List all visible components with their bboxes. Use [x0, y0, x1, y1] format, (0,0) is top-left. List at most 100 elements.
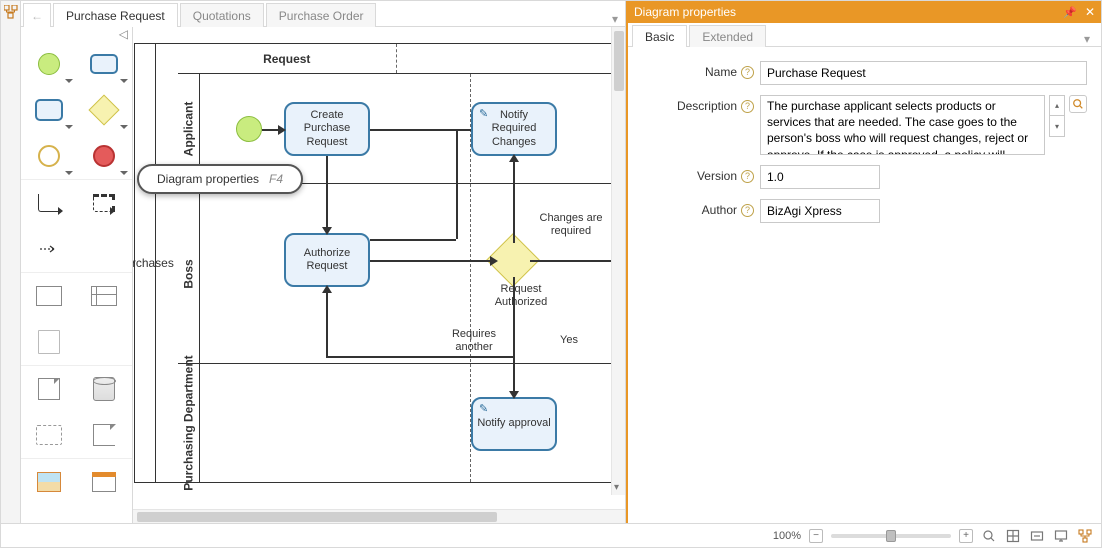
context-tooltip-diagram-properties[interactable]: Diagram properties F4 [137, 164, 303, 194]
tab-label: Quotations [193, 9, 251, 23]
palette-collapse-icon[interactable]: ◁ [21, 27, 132, 41]
field-row-version: Version? [642, 165, 1087, 189]
hierarchy-icon[interactable] [1077, 528, 1093, 544]
zoom-in-button[interactable]: + [959, 529, 973, 543]
milestone-empty[interactable] [397, 44, 615, 73]
palette-message-flow-icon[interactable] [77, 180, 133, 226]
tab-label: Basic [645, 30, 674, 44]
description-field[interactable] [760, 95, 1045, 155]
palette-association-icon[interactable] [21, 226, 77, 272]
start-event[interactable] [236, 116, 262, 142]
flow-label-requires: Requires another [439, 328, 509, 353]
task-create-purchase-request[interactable]: Create Purchase Request [284, 102, 370, 156]
palette-task-icon[interactable] [77, 41, 133, 87]
flow-label-yes: Yes [560, 334, 578, 347]
spin-down-icon[interactable]: ▾ [1050, 116, 1064, 136]
tabbar-overflow-chevron-icon[interactable]: ▾ [605, 12, 625, 26]
palette-lane-icon[interactable] [77, 273, 133, 319]
scrollbar-thumb[interactable] [614, 31, 624, 91]
zoom-fit-icon[interactable] [981, 528, 997, 544]
properties-tab-basic[interactable]: Basic [632, 25, 687, 47]
close-icon[interactable]: ✕ [1085, 5, 1095, 19]
left-rail [1, 1, 21, 523]
version-field[interactable] [760, 165, 880, 189]
back-button[interactable]: ← [23, 3, 51, 27]
milestone-header: Request [178, 44, 614, 74]
arrow-icon [509, 391, 519, 399]
chevron-down-icon[interactable]: ▾ [614, 482, 619, 493]
palette-page-icon[interactable] [21, 319, 77, 365]
task-notify-required-changes[interactable]: ✎Notify Required Changes [471, 102, 557, 156]
flow [456, 129, 458, 239]
palette-blank2 [77, 319, 133, 365]
palette-intermediate-event-icon[interactable] [21, 133, 77, 179]
zoom-slider[interactable] [831, 534, 951, 538]
description-expand-button[interactable] [1069, 95, 1087, 113]
properties-panel-title: Diagram properties [634, 5, 736, 19]
palette-grid [21, 41, 132, 505]
flow [513, 156, 515, 243]
milestone-request[interactable]: Request [178, 44, 397, 73]
pool-title[interactable]: Purchases [134, 43, 156, 483]
palette-group-icon[interactable] [21, 412, 77, 458]
flow [370, 239, 456, 241]
status-bar: 100% − + [1, 523, 1101, 547]
properties-tabs-chevron-icon[interactable]: ▾ [1077, 32, 1097, 46]
properties-titlebar[interactable]: Diagram properties 📌 ✕ [628, 1, 1101, 23]
field-row-author: Author? [642, 199, 1087, 223]
palette-subprocess-icon[interactable] [21, 87, 77, 133]
flow [370, 260, 496, 262]
canvas-vertical-scrollbar[interactable]: ▾ [611, 27, 625, 495]
zoom-out-button[interactable]: − [809, 529, 823, 543]
context-tooltip-shortcut: F4 [269, 172, 283, 186]
properties-panel: Diagram properties 📌 ✕ Basic Extended ▾ … [626, 1, 1101, 523]
author-field[interactable] [760, 199, 880, 223]
help-icon[interactable]: ? [741, 100, 754, 113]
presentation-icon[interactable] [1053, 528, 1069, 544]
task-notify-approval[interactable]: ✎Notify approval [471, 397, 557, 451]
task-authorize-request[interactable]: Authorize Request [284, 233, 370, 287]
diagram-tree-icon[interactable] [4, 5, 18, 22]
fit-page-icon[interactable] [1005, 528, 1021, 544]
palette-end-event-icon[interactable] [77, 133, 133, 179]
help-icon[interactable]: ? [741, 204, 754, 217]
pool[interactable]: Purchases Request Applicant [155, 43, 615, 483]
app-root: ← Purchase Request Quotations Purchase O… [0, 0, 1102, 548]
script-icon: ✎ [479, 108, 488, 121]
tab-quotations[interactable]: Quotations [180, 3, 264, 27]
document-tabbar: ← Purchase Request Quotations Purchase O… [21, 1, 625, 27]
palette-data-store-icon[interactable] [77, 366, 133, 412]
main-area: ← Purchase Request Quotations Purchase O… [1, 1, 1101, 523]
help-icon[interactable]: ? [741, 170, 754, 183]
palette-milestone-icon[interactable] [77, 459, 133, 505]
arrow-icon [490, 256, 498, 266]
scrollbar-thumb[interactable] [137, 512, 497, 522]
lane-boss[interactable]: Boss [178, 184, 614, 364]
description-spinner[interactable]: ▴▾ [1049, 95, 1065, 137]
palette-start-event-icon[interactable] [21, 41, 77, 87]
slider-knob[interactable] [886, 530, 896, 542]
help-icon[interactable]: ? [741, 66, 754, 79]
name-label: Name? [642, 61, 754, 79]
spin-up-icon[interactable]: ▴ [1050, 96, 1064, 116]
palette-data-object-icon[interactable] [21, 366, 77, 412]
tab-purchase-order[interactable]: Purchase Order [266, 3, 377, 27]
palette-gateway-icon[interactable] [77, 87, 133, 133]
pin-icon[interactable]: 📌 [1063, 6, 1077, 19]
palette-sequence-flow-icon[interactable] [21, 180, 77, 226]
fit-width-icon[interactable] [1029, 528, 1045, 544]
name-field[interactable] [760, 61, 1087, 85]
palette-annotation-icon[interactable] [77, 412, 133, 458]
flow [530, 260, 616, 262]
diagram-canvas[interactable]: Purchases Request Applicant [133, 27, 625, 509]
palette-image-icon[interactable] [21, 459, 77, 505]
tab-label: Purchase Request [66, 9, 165, 23]
palette-pool-icon[interactable] [21, 273, 77, 319]
properties-form: Name? Description? ▴▾ Version? Aut [628, 47, 1101, 237]
properties-tabs: Basic Extended ▾ [628, 23, 1101, 47]
properties-tab-extended[interactable]: Extended [689, 25, 766, 47]
shape-palette: ◁ [21, 27, 133, 523]
canvas-horizontal-scrollbar[interactable] [133, 509, 625, 523]
tab-purchase-request[interactable]: Purchase Request [53, 3, 178, 27]
canvas-wrap: Purchases Request Applicant [133, 27, 625, 523]
